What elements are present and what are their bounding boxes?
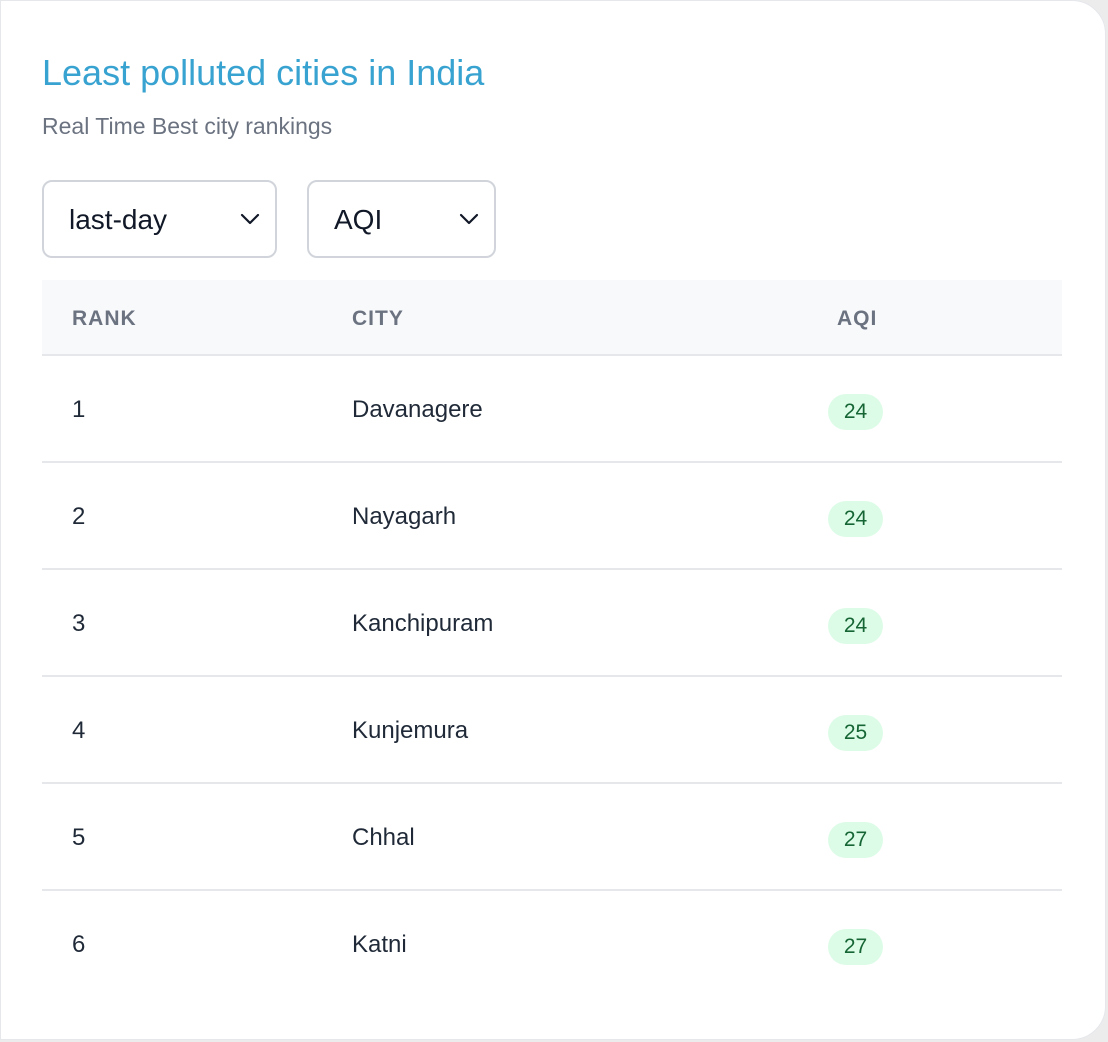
table-header: RANK CITY AQI [42,280,1062,356]
page-title: Least polluted cities in India [42,52,485,93]
city-cell[interactable]: Kanchipuram [352,610,493,638]
rankings-table: RANK CITY AQI 1 Davanagere 24 2 Nayagarh… [42,280,1062,998]
chevron-down-icon [240,213,260,225]
table-row[interactable]: 5 Chhal 27 [42,784,1062,891]
rank-cell: 3 [72,610,86,637]
table-row[interactable]: 1 Davanagere 24 [42,356,1062,463]
city-cell[interactable]: Katni [352,931,407,959]
city-cell[interactable]: Nayagarh [352,503,456,531]
rank-cell: 4 [72,717,86,744]
rank-cell: 6 [72,931,86,958]
rank-cell: 5 [72,824,86,851]
metric-select-value: AQI [334,204,383,235]
rankings-card: Least polluted cities in India Real Time… [0,0,1106,1040]
aqi-badge: 24 [828,394,883,430]
aqi-badge: 25 [828,715,883,751]
period-select[interactable]: last-day [42,180,277,258]
rank-cell: 2 [72,503,86,530]
column-header-aqi[interactable]: AQI [837,307,877,331]
aqi-badge: 27 [828,929,883,965]
city-cell[interactable]: Davanagere [352,396,483,424]
metric-select[interactable]: AQI [307,180,496,258]
aqi-badge: 27 [828,822,883,858]
table-row[interactable]: 6 Katni 27 [42,891,1062,998]
table-body: 1 Davanagere 24 2 Nayagarh 24 3 Kanchipu… [42,356,1062,998]
table-row[interactable]: 4 Kunjemura 25 [42,677,1062,784]
city-cell[interactable]: Kunjemura [352,717,468,745]
aqi-badge: 24 [828,608,883,644]
chevron-down-icon [459,213,479,225]
table-row[interactable]: 3 Kanchipuram 24 [42,570,1062,677]
table-row[interactable]: 2 Nayagarh 24 [42,463,1062,570]
column-header-rank[interactable]: RANK [72,307,137,331]
page-subtitle: Real Time Best city rankings [42,113,333,139]
rank-cell: 1 [72,396,86,423]
aqi-badge: 24 [828,501,883,537]
city-cell[interactable]: Chhal [352,824,415,852]
column-header-city[interactable]: CITY [352,307,404,331]
period-select-value: last-day [69,204,168,235]
